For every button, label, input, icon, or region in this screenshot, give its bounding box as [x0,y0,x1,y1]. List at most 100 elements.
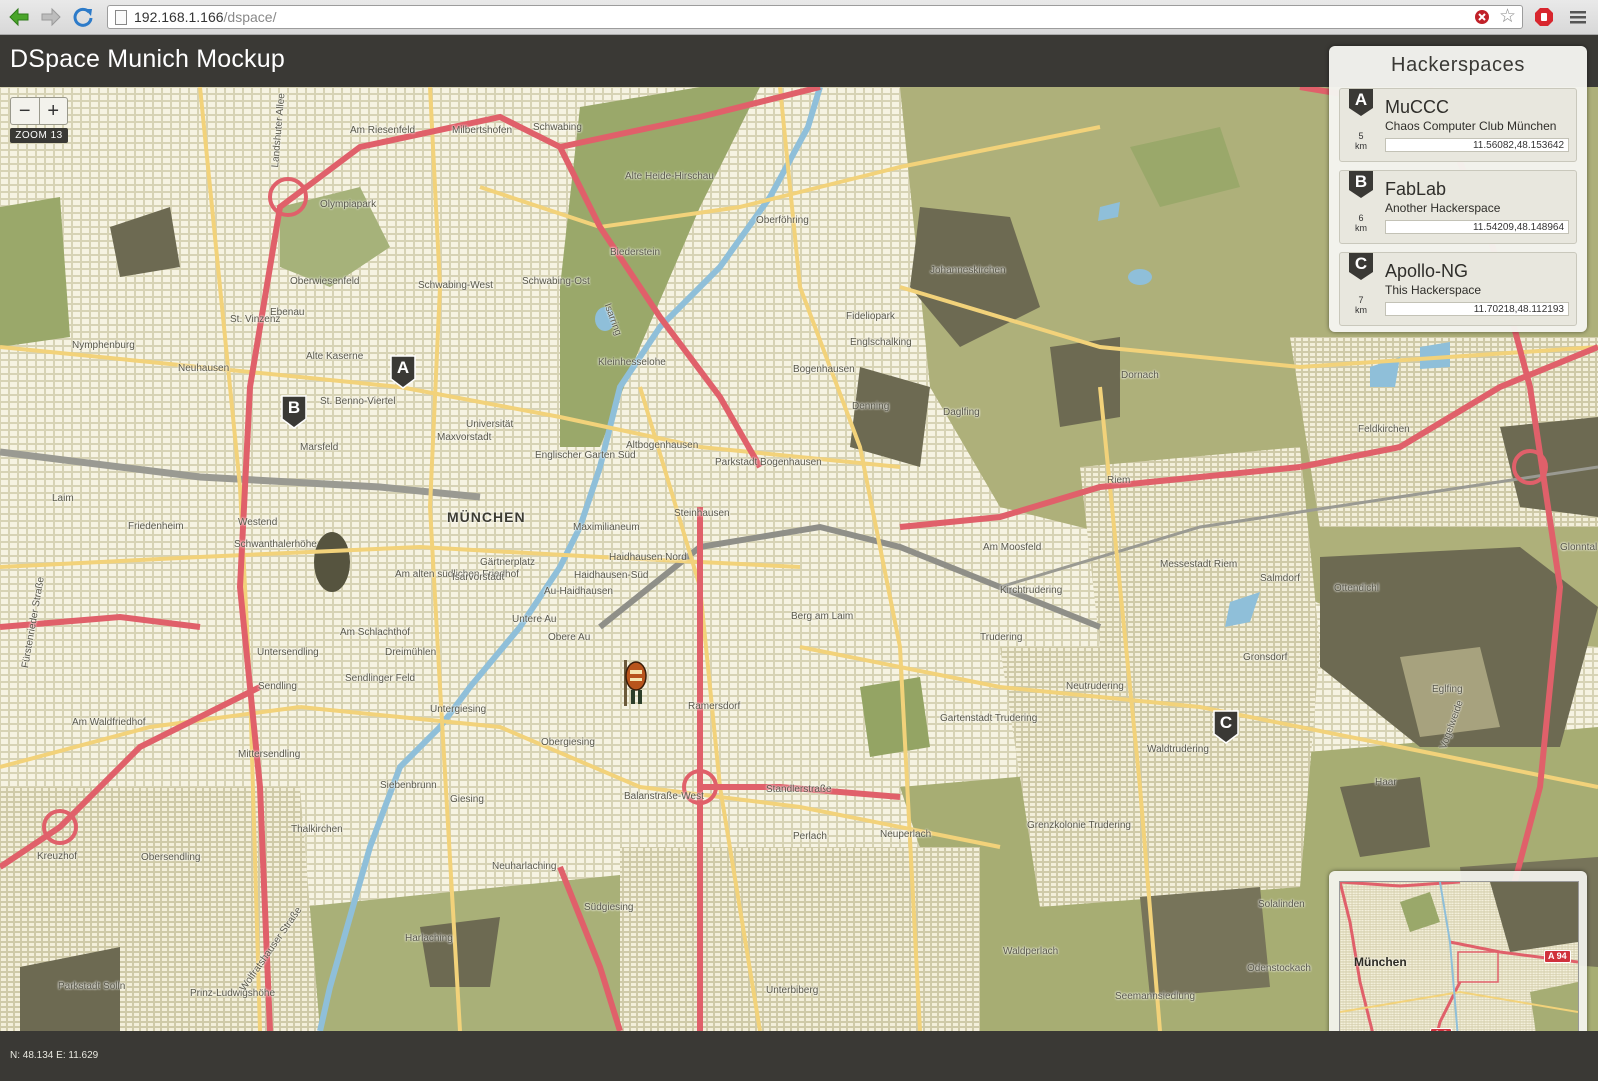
map-label: Am Schlachthof [340,627,411,638]
map-label: Maximilianeum [573,522,640,533]
map-label: Neuharlaching [492,861,557,872]
map-label: Südgiesing [584,902,634,913]
distance-badge: 5 km [1350,131,1372,151]
map-label: Nymphenburg [72,340,135,351]
stop-icon[interactable] [1474,9,1490,31]
map-label: Laim [52,493,74,504]
hackerspaces-panel: Hackerspaces A 5 km MuCCC Chaos Computer … [1329,46,1587,332]
zoom-out-button[interactable]: − [11,98,39,124]
map-label: Neuperlach [880,829,932,840]
map-label: Untergiesing [430,704,487,715]
map-label: Fideliopark [846,311,895,322]
map-label: Sendlinger Feld [345,673,416,684]
map-label: Perlach [793,831,827,842]
map-label: Au-Haidhausen [544,586,613,597]
map-label: Riem [1107,475,1131,486]
hackerspace-card-fablab[interactable]: B 6 km FabLab Another Hackerspace 11.5420… [1339,170,1577,244]
map-label: Kirchtrudering [1000,585,1063,596]
map-label: Sendling [258,681,297,692]
url-text: 192.168.1.166/dspace/ [134,6,276,28]
map-marker-c[interactable]: C [1213,710,1239,744]
map-label: Schwabing [533,122,582,133]
cursor-coordinates: N: 48.134 E: 11.629 [10,1050,99,1061]
marker-c-icon: C [1348,253,1374,281]
player-avatar-icon[interactable] [618,660,648,708]
map-label: Kreuzhof [37,851,78,862]
card-letter: C [1354,254,1368,273]
coords-field[interactable]: 11.70218,48.112193 [1385,302,1569,316]
map-label: Am Waldfriedhof [72,717,146,728]
road-shield-a94: A 94 [1544,950,1571,963]
reload-icon[interactable] [70,4,96,30]
map-label: Gartenstadt Trudering [940,713,1038,724]
map-label: Ebenau [270,307,305,318]
map-label: Steinhausen [674,508,730,519]
map-label: Universität [466,419,514,430]
map-label: Englischer Garten Süd [535,450,636,461]
marker-letter: C [1219,713,1233,732]
map-label: Altbogenhausen [626,440,699,451]
map-label: Messestadt Riem [1160,559,1238,570]
map-label: Odenstockach [1247,963,1311,974]
adblock-icon[interactable] [1531,4,1557,30]
overview-city-label: München [1354,955,1407,969]
map-label: Ottendichl [1334,583,1380,594]
map-label: Friedenheim [128,521,184,532]
distance-unit: km [1355,141,1367,151]
map-label: Eglfing [1432,684,1463,695]
menu-icon[interactable] [1565,4,1591,30]
map-label: Standlerstraße [766,784,832,795]
page-icon [115,10,127,25]
map-label: Untersendling [257,647,319,658]
map-label: Siebenbrunn [380,780,437,791]
hackerspace-name: Apollo-NG [1385,261,1469,281]
map-label: Untere Au [512,614,557,625]
map-label: Haidhausen Nord [609,552,687,563]
map-label: Schwabing-West [418,280,493,291]
map-label: Obersendling [141,852,201,863]
map-label: Denning [852,401,890,412]
bookmark-star-icon[interactable]: ☆ [1499,7,1516,27]
map-label: Olympiapark [320,199,377,210]
map-label: Alte Kaserne [306,351,364,362]
map-label: Ramersdorf [688,701,741,712]
map-label: Biederstein [610,247,661,258]
map-label: Marsfeld [300,442,339,453]
map-label: Johanneskirchen [930,265,1006,276]
coords-field[interactable]: 11.56082,48.153642 [1385,138,1569,152]
hackerspace-description: This Hackerspace [1385,283,1482,297]
map-label: Mittersendling [238,749,301,760]
map-label: Englschalking [850,337,912,348]
marker-letter: A [396,358,410,377]
map-label: Unterbiberg [766,985,819,996]
marker-letter: B [287,398,301,417]
map-label: Oberföhring [756,215,809,226]
distance-unit: km [1355,223,1367,233]
distance-badge: 7 km [1350,295,1372,315]
map-label: Prinz-Ludwigshöhe [190,988,276,999]
map-label: Obere Au [548,632,591,643]
hackerspace-name: MuCCC [1385,97,1450,117]
map-label: Maxvorstadt [437,432,492,443]
map-label: Gronsdorf [1243,652,1288,663]
map-marker-b[interactable]: B [281,395,307,429]
map-label: Westend [238,517,278,528]
hackerspace-card-muccc[interactable]: A 5 km MuCCC Chaos Computer Club München … [1339,88,1577,162]
map-marker-a[interactable]: A [390,355,416,389]
zoom-in-button[interactable]: + [38,98,68,124]
forward-arrow-icon[interactable] [38,4,64,30]
distance-value: 6 [1358,213,1364,223]
marker-b-icon: B [1348,171,1374,199]
map-label: Dreimühlen [385,647,437,658]
card-letter: A [1354,90,1368,109]
map-label: Kleinhesselohe [598,357,666,368]
back-arrow-icon[interactable] [6,4,32,30]
map-label: Bogenhausen [793,364,855,375]
coords-field[interactable]: 11.54209,48.148964 [1385,220,1569,234]
hackerspace-card-apollo-ng[interactable]: C 7 km Apollo-NG This Hackerspace 11.7021… [1339,252,1577,326]
card-letter: B [1354,172,1368,191]
address-bar[interactable]: 192.168.1.166/dspace/ ☆ [107,5,1523,29]
hackerspace-description: Another Hackerspace [1385,201,1501,215]
map-label: Salmdorf [1260,573,1301,584]
map-label: Feldkirchen [1358,424,1410,435]
